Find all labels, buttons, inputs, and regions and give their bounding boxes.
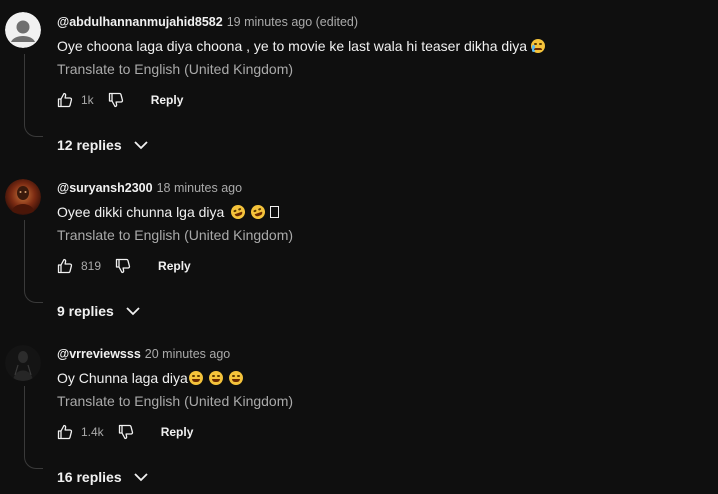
translate-link[interactable]: Translate to English (United Kingdom) bbox=[57, 59, 293, 79]
missing-glyph-icon bbox=[270, 206, 280, 218]
like-count: 1k bbox=[81, 93, 94, 107]
dislike-button[interactable] bbox=[108, 92, 124, 108]
comment-thread: @suryansh2300 18 minutes ago Oyee dikki c… bbox=[0, 166, 718, 332]
joy-emoji-icon bbox=[208, 371, 223, 385]
comment-author[interactable]: @suryansh2300 bbox=[57, 181, 153, 195]
chevron-down-icon bbox=[126, 306, 140, 316]
view-replies-button[interactable]: 12 replies bbox=[57, 135, 148, 155]
comment-author[interactable]: @vrreviewsss bbox=[57, 347, 141, 361]
thread-line bbox=[24, 220, 25, 290]
comment-text: Oyee dikki chunna lga diya bbox=[57, 202, 280, 222]
thread-curve bbox=[24, 124, 43, 137]
thumbs-down-icon bbox=[115, 258, 131, 274]
comment-text: Oye choona laga diya choona , ye to movi… bbox=[57, 36, 546, 56]
reply-button[interactable]: Reply bbox=[161, 425, 194, 439]
reply-button[interactable]: Reply bbox=[151, 93, 184, 107]
avatar[interactable] bbox=[5, 12, 41, 48]
comment-thread: @vrreviewsss 20 minutes ago Oy Chunna lag… bbox=[0, 332, 718, 494]
rofl-emoji-icon bbox=[229, 203, 248, 221]
comment-text: Oy Chunna laga diya bbox=[57, 368, 243, 388]
comment-header: @suryansh2300 18 minutes ago bbox=[57, 180, 242, 196]
dislike-button[interactable] bbox=[118, 424, 134, 440]
thumbs-up-icon bbox=[57, 92, 73, 108]
comment-header: @vrreviewsss 20 minutes ago bbox=[57, 346, 230, 362]
comment-actions: 819 Reply bbox=[57, 256, 191, 276]
dislike-button[interactable] bbox=[115, 258, 131, 274]
comment-time[interactable]: 19 minutes ago (edited) bbox=[227, 15, 358, 29]
reply-button[interactable]: Reply bbox=[158, 259, 191, 273]
comment-thread: @abdulhannanmujahid8582 19 minutes ago (e… bbox=[0, 0, 718, 166]
comment-actions: 1k Reply bbox=[57, 90, 183, 110]
rofl-emoji-icon bbox=[249, 203, 268, 221]
translate-link[interactable]: Translate to English (United Kingdom) bbox=[57, 225, 293, 245]
view-replies-button[interactable]: 16 replies bbox=[57, 467, 148, 487]
comments-section: @abdulhannanmujahid8582 19 minutes ago (e… bbox=[0, 0, 718, 494]
thumbs-down-icon bbox=[118, 424, 133, 440]
photo-avatar-icon bbox=[5, 179, 41, 215]
thread-line bbox=[24, 386, 25, 456]
comment-header: @abdulhannanmujahid8582 19 minutes ago (e… bbox=[57, 14, 358, 30]
like-button[interactable] bbox=[57, 92, 73, 108]
comment-time[interactable]: 20 minutes ago bbox=[145, 347, 230, 361]
joy-emoji-icon bbox=[188, 371, 203, 385]
joy-emoji-icon bbox=[228, 371, 243, 385]
thread-curve bbox=[24, 456, 43, 469]
like-count: 819 bbox=[81, 259, 102, 273]
comment-text-body: Oy Chunna laga diya bbox=[57, 370, 188, 386]
chevron-down-icon bbox=[133, 472, 148, 482]
like-button[interactable] bbox=[57, 424, 73, 440]
chevron-down-icon bbox=[133, 140, 148, 150]
view-replies-button[interactable]: 9 replies bbox=[57, 301, 140, 321]
comment-text-body: Oye choona laga diya choona , ye to movi… bbox=[57, 38, 528, 54]
comment-author[interactable]: @abdulhannanmujahid8582 bbox=[57, 15, 223, 29]
thread-curve bbox=[24, 290, 43, 303]
like-button[interactable] bbox=[57, 258, 73, 274]
thread-line bbox=[24, 54, 25, 124]
comment-text-body: Oyee dikki chunna lga diya bbox=[57, 204, 225, 220]
avatar[interactable] bbox=[5, 179, 41, 215]
dark-figure-avatar-icon bbox=[5, 345, 41, 381]
crying-emoji-icon bbox=[531, 39, 546, 53]
comment-actions: 1.4k Reply bbox=[57, 422, 193, 442]
comment-time[interactable]: 18 minutes ago bbox=[157, 181, 242, 195]
replies-count-label: 9 replies bbox=[57, 303, 114, 319]
thumbs-up-icon bbox=[57, 258, 73, 274]
thumbs-up-icon bbox=[57, 424, 73, 440]
like-count: 1.4k bbox=[81, 425, 104, 439]
replies-count-label: 16 replies bbox=[57, 469, 122, 485]
thumbs-down-icon bbox=[108, 92, 123, 108]
default-avatar-icon bbox=[5, 12, 41, 48]
avatar[interactable] bbox=[5, 345, 41, 381]
replies-count-label: 12 replies bbox=[57, 137, 122, 153]
translate-link[interactable]: Translate to English (United Kingdom) bbox=[57, 391, 293, 411]
